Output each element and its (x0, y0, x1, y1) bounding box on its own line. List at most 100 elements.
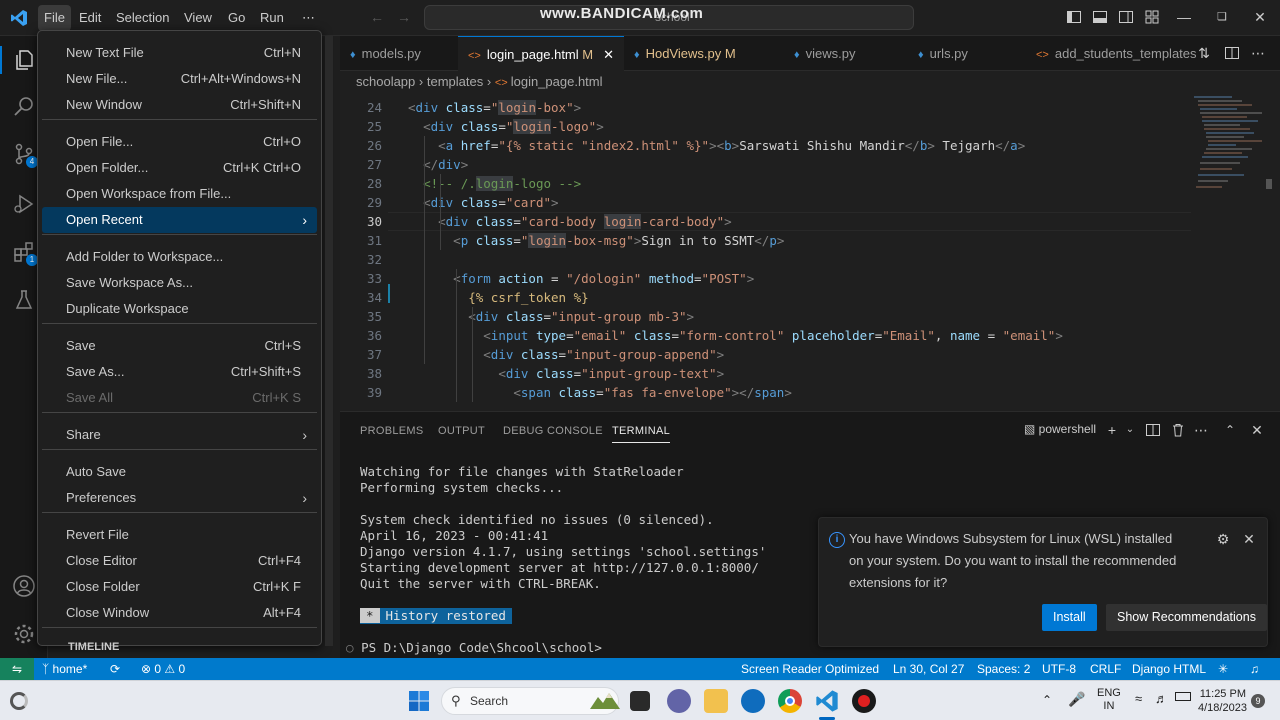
code-line[interactable]: 25 <div class="login-logo"> (340, 117, 1200, 136)
run-debug-icon[interactable] (12, 192, 36, 216)
menu-item-save-all[interactable]: Save All Ctrl+K S (42, 385, 317, 411)
indentation[interactable]: Spaces: 2 (977, 658, 1030, 680)
tab-urls-py[interactable]: ♦ urls.py (908, 36, 1018, 71)
panel-tab-output[interactable]: OUTPUT (438, 425, 485, 437)
encoding[interactable]: UTF-8 (1042, 658, 1076, 680)
menu-item-close-editor[interactable]: Close Editor Ctrl+F4 (42, 548, 317, 574)
git-branch[interactable]: ᛉ home* (42, 658, 87, 680)
code-line[interactable]: 38 <div class="input-group-text"> (340, 364, 1200, 383)
tab-add-students-templates[interactable]: <> add_students_templates (1026, 36, 1197, 71)
toggle-secondary-sidebar-icon[interactable] (1118, 9, 1134, 25)
split-terminal-icon[interactable] (1145, 422, 1161, 438)
menu-item-open-folder[interactable]: Open Folder... Ctrl+K Ctrl+O (42, 155, 317, 181)
customize-layout-icon[interactable] (1144, 9, 1160, 25)
close-tab-icon[interactable]: ✕ (603, 37, 614, 72)
show-recommendations-button[interactable]: Show Recommendations (1106, 604, 1267, 631)
code-line[interactable]: 37 <div class="input-group-append"> (340, 345, 1200, 364)
menu-item-save[interactable]: Save Ctrl+S (42, 333, 317, 359)
windows-start-icon[interactable] (408, 690, 430, 712)
explorer-icon[interactable] (12, 48, 36, 72)
vscode-taskbar-icon[interactable] (815, 689, 839, 713)
menu-file[interactable]: File (38, 5, 71, 31)
testing-flask-icon[interactable] (12, 288, 36, 312)
terminal-shell-selector[interactable]: ▧ powershell (1024, 422, 1096, 436)
remote-indicator-icon[interactable]: ⇋ (0, 658, 34, 680)
menu-item-auto-save[interactable]: Auto Save (42, 459, 317, 485)
toggle-panel-icon[interactable] (1092, 9, 1108, 25)
microphone-icon[interactable]: 🎤 (1068, 691, 1085, 708)
source-control-icon[interactable]: 4 (12, 142, 38, 168)
bell-icon[interactable]: ♫ (1250, 658, 1259, 680)
screen-reader-mode[interactable]: Screen Reader Optimized (741, 658, 879, 680)
menu-item-share[interactable]: Share › (42, 422, 317, 448)
task-view-icon[interactable] (630, 691, 650, 711)
menu-item-close-folder[interactable]: Close Folder Ctrl+K F (42, 574, 317, 600)
language-mode[interactable]: Django HTML (1132, 658, 1206, 680)
terminal-prompt[interactable]: ○ PS D:\Django Code\Shcool\school> (346, 640, 602, 655)
compare-changes-icon[interactable]: ⇅ (1196, 45, 1212, 61)
settings-gear-icon[interactable] (12, 622, 36, 646)
split-editor-icon[interactable] (1224, 45, 1240, 61)
edge-browser-icon[interactable] (741, 689, 765, 713)
breadcrumb-templates[interactable]: templates (427, 74, 483, 89)
close-panel-icon[interactable]: ✕ (1249, 422, 1265, 438)
code-line[interactable]: 29 <div class="card"> (340, 193, 1200, 212)
code-line[interactable]: 33 <form action = "/dologin" method="POS… (340, 269, 1200, 288)
problems-summary[interactable]: ⊗ 0 ⚠ 0 (141, 658, 185, 680)
tab-models-py[interactable]: ♦ models.py (340, 36, 458, 71)
menu-item-save-workspace-as[interactable]: Save Workspace As... (42, 270, 317, 296)
tab-hodviews-py[interactable]: ♦ HodViews.py M (624, 36, 760, 71)
breadcrumb-file[interactable]: login_page.html (511, 74, 603, 89)
install-button[interactable]: Install (1042, 604, 1097, 631)
sync-icon[interactable]: ⟳ (110, 658, 120, 680)
wifi-icon[interactable]: ≈ (1135, 691, 1142, 706)
teams-chat-icon[interactable] (667, 689, 691, 713)
minimize-icon[interactable]: — (1176, 9, 1192, 25)
line-ending[interactable]: CRLF (1090, 658, 1121, 680)
menu-item-open-workspace-from-file[interactable]: Open Workspace from File... (42, 181, 317, 207)
code-line[interactable]: 36 <input type="email" class="form-contr… (340, 326, 1200, 345)
bandicam-record-icon[interactable] (852, 689, 876, 713)
menu-item-new-file[interactable]: New File... Ctrl+Alt+Windows+N (42, 66, 317, 92)
trash-icon[interactable] (1170, 422, 1186, 438)
more-actions-icon[interactable]: ⋯ (1250, 45, 1266, 61)
terminal-output[interactable]: Watching for file changes with StatReloa… (360, 464, 766, 592)
panel-tab-debug-console[interactable]: DEBUG CONSOLE (503, 425, 603, 437)
broadcast-icon[interactable]: ✳ (1218, 658, 1228, 680)
tray-chevron-up-icon[interactable]: ⌃ (1042, 693, 1052, 707)
forward-arrow-icon[interactable]: → (396, 9, 412, 25)
code-line[interactable]: 26 <a href="{% static "index2.html" %}">… (340, 136, 1200, 155)
code-line[interactable]: 30 <div class="card-body login-card-body… (340, 212, 1200, 231)
code-line[interactable]: 39 <span class="fas fa-envelope"></span> (340, 383, 1200, 402)
notification-close-icon[interactable]: ✕ (1241, 531, 1257, 547)
code-line[interactable]: 31 <p class="login-box-msg">Sign in to S… (340, 231, 1200, 250)
minimap-slider[interactable] (1266, 179, 1272, 189)
notification-count-badge[interactable]: 9 (1251, 694, 1265, 708)
widgets-icon[interactable] (10, 692, 28, 710)
toggle-sidebar-icon[interactable] (1066, 9, 1082, 25)
code-line[interactable]: 32 (340, 250, 1200, 269)
menu-item-close-window[interactable]: Close Window Alt+F4 (42, 600, 317, 626)
code-line[interactable]: 34 {% csrf_token %} (340, 288, 1200, 307)
account-icon[interactable] (12, 574, 36, 598)
bing-landscape-icon[interactable] (590, 689, 620, 711)
volume-icon[interactable]: ♬ (1155, 691, 1168, 706)
code-editor[interactable]: 24 <div class="login-box"> 25 <div class="… (340, 93, 1280, 411)
cursor-position[interactable]: Ln 30, Col 27 (893, 658, 964, 680)
code-line[interactable]: 28 <!-- /.login-logo --> (340, 174, 1200, 193)
menu-scrollbar[interactable] (325, 36, 333, 646)
extensions-icon[interactable]: 1 (12, 240, 38, 266)
notification-settings-gear-icon[interactable]: ⚙ (1215, 531, 1231, 547)
chevron-down-icon[interactable]: ⌄ (1122, 422, 1138, 438)
menu-item-save-as[interactable]: Save As... Ctrl+Shift+S (42, 359, 317, 385)
code-line[interactable]: 35 <div class="input-group mb-3"> (340, 307, 1200, 326)
panel-tab-problems[interactable]: PROBLEMS (360, 425, 424, 437)
file-explorer-icon[interactable] (704, 689, 728, 713)
close-window-icon[interactable]: ✕ (1252, 9, 1268, 25)
minimap[interactable] (1192, 93, 1272, 411)
chrome-icon[interactable] (778, 689, 802, 713)
battery-icon[interactable] (1175, 692, 1191, 701)
search-icon[interactable] (12, 94, 36, 118)
code-line[interactable]: 27 </div> (340, 155, 1200, 174)
maximize-panel-chevron-up-icon[interactable]: ⌃ (1222, 422, 1238, 438)
